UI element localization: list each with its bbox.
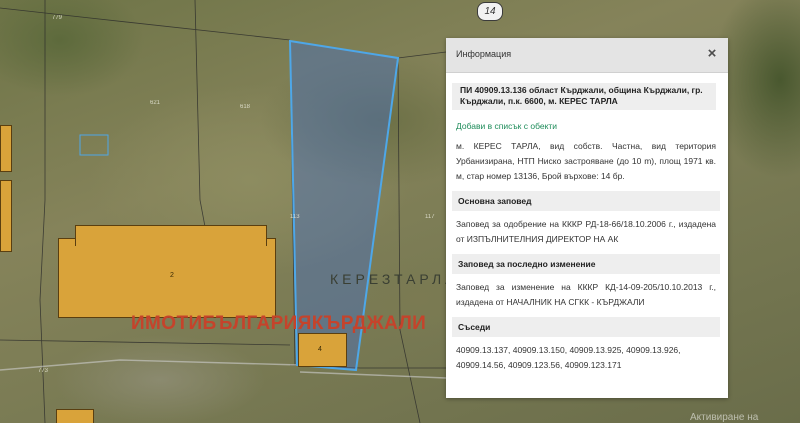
parcel-number: 618 [240, 104, 251, 110]
last-change-text: Заповед за изменение на КККР КД-14-09-20… [456, 282, 716, 307]
locality-label: КЕРЕЗТАРЛА [330, 271, 459, 287]
section-heading-last-change: Заповед за последно изменение [452, 254, 720, 274]
section-heading-neighbors: Съседи [452, 317, 720, 337]
road-number-badge: 14 [477, 2, 503, 21]
parcel-number: 773 [38, 368, 49, 374]
parcel-number: 113 [290, 214, 300, 220]
watermark-text: ИМОТИБЪЛГАРИЯКЪРДЖАЛИ [131, 313, 427, 334]
neighbors-list: 40909.13.137, 40909.13.150, 40909.13.925… [456, 345, 681, 370]
building-label: 2 [170, 272, 174, 279]
building-bottom[interactable] [56, 409, 94, 423]
parcel-description: м. КЕРЕС ТАРЛА, вид собств. Частна, вид … [456, 141, 716, 181]
parcel-number: 621 [150, 100, 161, 106]
small-structure [79, 134, 109, 156]
building-small[interactable] [298, 333, 347, 367]
windows-activation-hint: Активиране на Windows [690, 412, 759, 423]
panel-title: Информация [456, 49, 512, 59]
parcel-number: 779 [52, 15, 63, 21]
parcel-title: ПИ 40909.13.136 област Кърджали, община … [452, 83, 716, 110]
info-panel: Информация × ПИ 40909.13.136 област Кърд… [446, 38, 728, 398]
building-main[interactable] [58, 238, 276, 318]
building-label: 4 [318, 346, 322, 353]
building-main-annex [75, 225, 267, 246]
building-left-1[interactable] [0, 125, 12, 172]
section-heading-main-order: Основна заповед [452, 191, 720, 211]
add-to-list-link[interactable]: Добави в списък с обекти [456, 121, 716, 131]
panel-body: ПИ 40909.13.136 област Кърджали, община … [446, 73, 728, 373]
panel-header: Информация × [446, 38, 728, 73]
building-left-2[interactable] [0, 180, 12, 252]
close-icon[interactable]: × [702, 44, 722, 64]
parcel-number: 117 [425, 214, 435, 220]
main-order-text: Заповед за одобрение на КККР РД-18-66/18… [456, 219, 716, 244]
